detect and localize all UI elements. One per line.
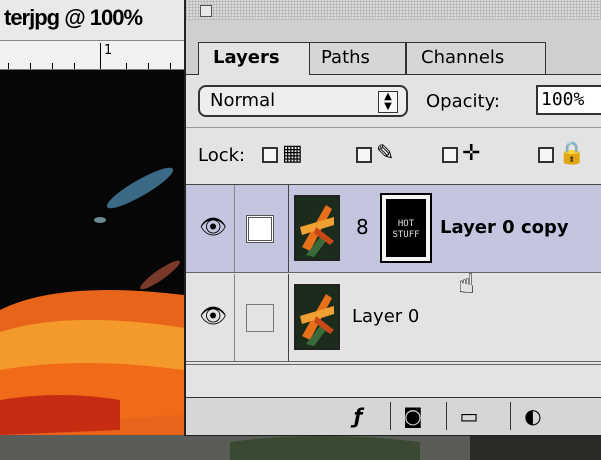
layers-list: 👁 8 HOT STUFF Layer 0 copy 👁 Layer 0 xyxy=(186,185,601,363)
palette-tabs: Channels Paths Layers xyxy=(186,20,601,75)
eye-icon: 👁 xyxy=(199,304,227,329)
lock-label: Lock: xyxy=(198,145,246,166)
lock-transparency-icon: ▦ xyxy=(282,141,303,166)
mask-text: HOT STUFF xyxy=(386,199,426,257)
edit-mode-cell[interactable] xyxy=(236,274,289,361)
chain-link-icon[interactable]: 8 xyxy=(356,215,369,239)
layer-thumbnail[interactable] xyxy=(294,195,340,261)
layer-mask-edit-icon xyxy=(246,215,274,243)
opacity-label: Opacity: xyxy=(426,91,500,112)
hand-cursor-icon: ☝ xyxy=(458,267,476,300)
document-title-bar[interactable]: terjpg @ 100% xyxy=(0,0,190,41)
layer-row-layer-0-copy[interactable]: 👁 8 HOT STUFF Layer 0 copy xyxy=(186,185,601,273)
tab-paths[interactable]: Paths xyxy=(306,42,406,74)
add-layer-style-icon[interactable]: ƒ xyxy=(336,402,380,430)
visibility-toggle[interactable]: 👁 xyxy=(192,274,235,361)
select-arrows-icon: ▲ ▼ xyxy=(378,91,398,113)
visibility-toggle[interactable]: 👁 xyxy=(192,185,235,272)
horizontal-ruler: 1 xyxy=(0,41,190,70)
lock-all-padlock-icon: 🔒 xyxy=(558,141,586,166)
blend-mode-value: Normal xyxy=(210,90,276,111)
ruler-number: 1 xyxy=(104,43,113,58)
blend-options-row: Normal ▲ ▼ Opacity: 100% xyxy=(186,75,601,128)
add-mask-icon[interactable]: ◙ xyxy=(390,402,435,430)
palette-bottom-bar: ƒ ◙ ▭ ◐ xyxy=(186,397,601,435)
layer-mask-thumbnail[interactable]: HOT STUFF xyxy=(380,193,432,263)
lock-image-brush-icon: ✎ xyxy=(376,141,395,166)
layer-name[interactable]: Layer 0 xyxy=(352,306,419,327)
new-adjustment-layer-icon[interactable]: ◐ xyxy=(510,402,555,430)
document-title: terjpg @ 100% xyxy=(4,5,143,30)
layer-name[interactable]: Layer 0 copy xyxy=(440,217,569,238)
lock-transparency-checkbox[interactable] xyxy=(262,147,278,163)
lock-image-checkbox[interactable] xyxy=(356,147,372,163)
palette-title-bar[interactable] xyxy=(186,0,601,20)
empty-edit-mode-icon xyxy=(246,304,274,332)
lock-options-row: Lock: ▦ ✎ ✛ 🔒 xyxy=(186,128,601,185)
new-layer-set-folder-icon[interactable]: ▭ xyxy=(446,402,491,430)
tab-channels[interactable]: Channels xyxy=(406,42,546,74)
layer-thumbnail[interactable] xyxy=(294,284,340,350)
lock-all-checkbox[interactable] xyxy=(538,147,554,163)
edit-mode-cell[interactable] xyxy=(236,185,289,272)
blend-mode-select[interactable]: Normal ▲ ▼ xyxy=(198,85,408,117)
opacity-input[interactable]: 100% xyxy=(536,85,601,115)
lock-position-checkbox[interactable] xyxy=(442,147,458,163)
layers-palette: Channels Paths Layers Normal ▲ ▼ Opacity:… xyxy=(184,0,601,436)
layers-empty-area[interactable] xyxy=(186,364,601,397)
close-box-icon[interactable] xyxy=(200,5,212,17)
lock-position-move-icon: ✛ xyxy=(462,141,481,166)
tab-layers[interactable]: Layers xyxy=(198,42,310,75)
eye-icon: 👁 xyxy=(199,215,227,240)
layer-row-layer-0[interactable]: 👁 Layer 0 xyxy=(186,274,601,362)
